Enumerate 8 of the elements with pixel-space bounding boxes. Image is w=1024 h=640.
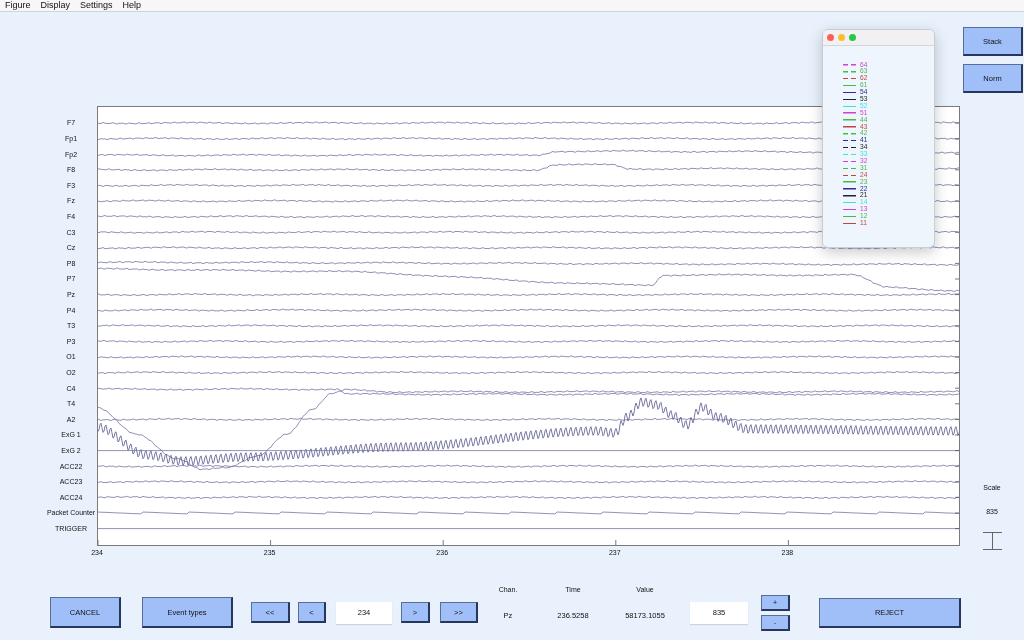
menu-item[interactable]: Figure [5, 0, 31, 11]
menu-item[interactable]: Settings [80, 0, 113, 11]
maximize-icon[interactable] [849, 34, 856, 41]
scale-bar-icon [982, 532, 1002, 550]
close-icon[interactable] [827, 34, 834, 41]
menu-item[interactable]: Display [40, 0, 71, 11]
minimize-icon[interactable] [838, 34, 845, 41]
menu-item[interactable]: Help [122, 0, 142, 11]
